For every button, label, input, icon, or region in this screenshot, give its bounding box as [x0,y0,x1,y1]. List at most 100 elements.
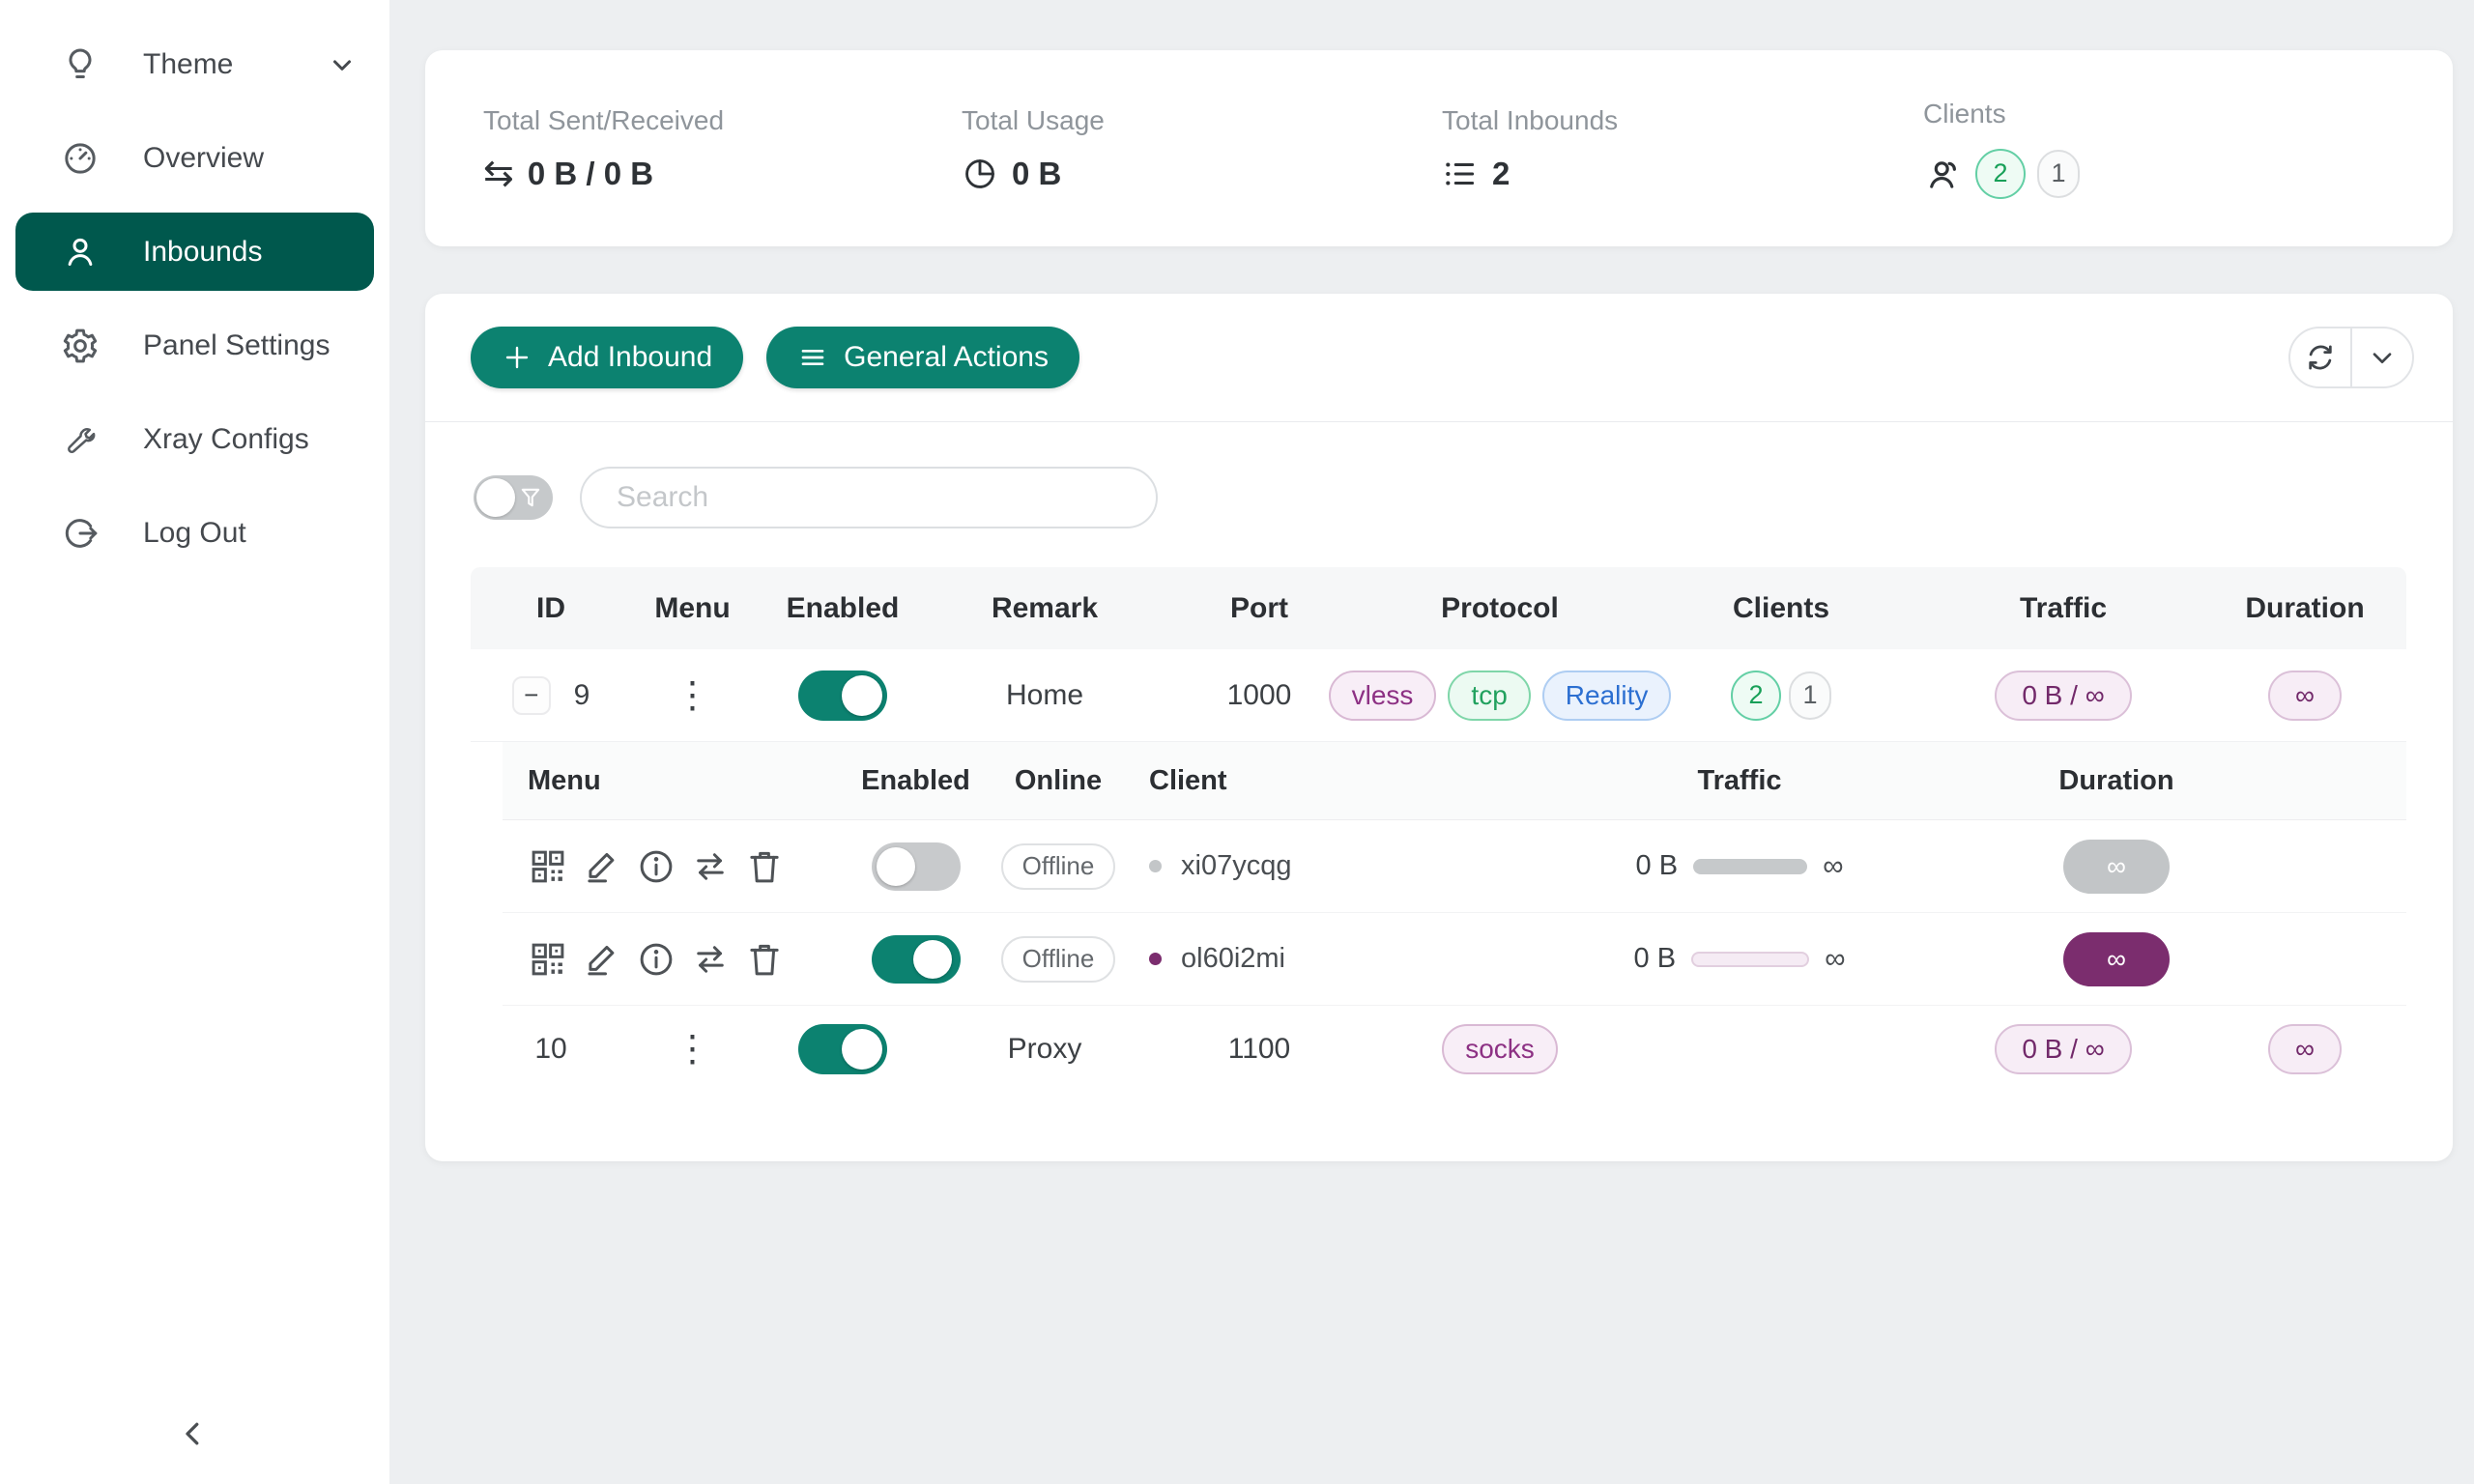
sidebar-item-label: Theme [143,48,233,81]
stat-value: 2 [1492,156,1510,192]
traffic-limit: ∞ [1825,943,1845,976]
sidebar-item-panel-settings[interactable]: Panel Settings [0,299,389,392]
col-header-duration: Duration [2203,592,2406,625]
enabled-toggle[interactable] [798,671,887,721]
enabled-cell [850,842,981,891]
refresh-dropdown-button[interactable] [2352,328,2412,386]
qr-code-icon[interactable] [528,846,568,887]
row-id: 9 [574,679,590,712]
hamburger-icon [797,342,828,373]
inbounds-toolbar: Add Inbound General Actions [425,294,2453,422]
reset-traffic-icon[interactable] [690,939,731,980]
client-row: Offline xi07ycqg 0 B ∞ ∞ [503,820,2406,913]
refresh-button[interactable] [2290,328,2352,386]
online-status-badge: Offline [1001,936,1116,983]
logout-icon [60,513,101,554]
swap-arrows-icon: ⇆ [483,156,514,192]
menu-cell: ⋮ [631,1031,754,1068]
sidebar-item-theme[interactable]: Theme [0,17,389,111]
stat-total-inbounds: Total Inbounds 2 [1442,105,1923,192]
client-actions [503,846,850,887]
search-input[interactable] [580,467,1158,528]
sidebar-item-xray-configs[interactable]: Xray Configs [0,392,389,486]
enabled-cell [754,671,932,721]
sidebar-item-label: Panel Settings [143,329,330,362]
client-enabled-toggle[interactable] [872,842,961,891]
refresh-icon [2303,340,2338,375]
clients-cell: 2 1 [1639,671,1923,721]
edit-pencil-icon[interactable] [582,939,622,980]
traffic-used: 0 B [1636,850,1679,882]
edit-pencil-icon[interactable] [582,846,622,887]
traffic-pill: 0 B / ∞ [1995,671,2131,721]
general-actions-button[interactable]: General Actions [766,327,1079,388]
table-row: − 9 ⋮ Home 1000 vless tcp Reality 2 1 0 … [471,649,2406,742]
stat-total-usage: Total Usage 0 B [962,105,1442,192]
kebab-menu-icon[interactable]: ⋮ [675,1031,711,1068]
traffic-cell: 0 B / ∞ [1923,671,2203,721]
qr-code-icon[interactable] [528,939,568,980]
people-icon [1923,154,1964,194]
info-icon[interactable] [636,939,676,980]
client-actions [503,939,850,980]
duration-cell: ∞ [1957,932,2276,986]
client-cell: xi07ycqg [1136,850,1522,882]
duration-cell: ∞ [2203,1024,2406,1074]
info-icon[interactable] [636,846,676,887]
duration-cell: ∞ [2203,671,2406,721]
online-cell: Offline [981,843,1136,890]
subcol-header-enabled: Enabled [850,765,981,797]
wrench-icon [60,419,101,460]
col-header-protocol: Protocol [1361,592,1639,625]
sidebar-item-label: Log Out [143,517,246,550]
sidebar: Theme Overview Inbounds Panel Settings [0,0,389,1484]
pie-chart-icon [962,156,998,192]
row-id: 10 [534,1033,566,1066]
add-inbound-button[interactable]: Add Inbound [471,327,743,388]
remark-cell: Proxy [932,1033,1158,1066]
stat-label: Total Usage [962,105,1442,136]
protocol-cell: socks [1361,1024,1639,1074]
sidebar-item-overview[interactable]: Overview [0,111,389,205]
reset-traffic-icon[interactable] [690,846,731,887]
chevron-down-icon [328,50,357,79]
col-header-clients: Clients [1639,592,1923,625]
enabled-cell [850,935,981,984]
toggle-knob [842,675,882,716]
sidebar-item-log-out[interactable]: Log Out [0,486,389,580]
clients-subtable: Menu Enabled Online Client Traffic Durat… [503,742,2406,1006]
traffic-cell: 0 B / ∞ [1923,1024,2203,1074]
sidebar-item-inbounds[interactable]: Inbounds [15,213,374,291]
refresh-button-group [2288,327,2414,388]
chevron-down-icon [2367,342,2398,373]
client-status-dot [1149,953,1162,965]
menu-cell: ⋮ [631,677,754,714]
subcol-header-menu: Menu [503,765,850,797]
id-cell: 10 [471,1033,631,1066]
subcol-header-online: Online [981,765,1136,797]
delete-trash-icon[interactable] [744,939,785,980]
kebab-menu-icon[interactable]: ⋮ [675,677,711,714]
client-enabled-toggle[interactable] [872,935,961,984]
subcol-header-duration: Duration [1957,765,2276,797]
sidebar-collapse-button[interactable] [166,1407,220,1461]
enabled-toggle[interactable] [798,1024,887,1074]
duration-pill: ∞ [2268,1024,2342,1074]
gear-icon [60,326,101,366]
traffic-used: 0 B [1634,943,1677,975]
stat-value: 0 B / 0 B [528,156,653,192]
col-header-enabled: Enabled [754,592,932,625]
online-status-badge: Offline [1001,843,1116,890]
client-status-dot [1149,860,1162,872]
delete-trash-icon[interactable] [744,846,785,887]
list-icon [1442,156,1479,192]
network-tag: tcp [1448,671,1530,721]
filter-toggle[interactable] [474,475,553,520]
collapse-row-button[interactable]: − [512,676,551,715]
remark-cell: Home [932,679,1158,712]
person-icon [60,232,101,272]
lightbulb-icon [60,44,101,85]
duration-pill: ∞ [2063,932,2170,986]
client-name: xi07ycqg [1181,850,1291,882]
stat-clients: Clients 2 1 [1923,99,2453,199]
